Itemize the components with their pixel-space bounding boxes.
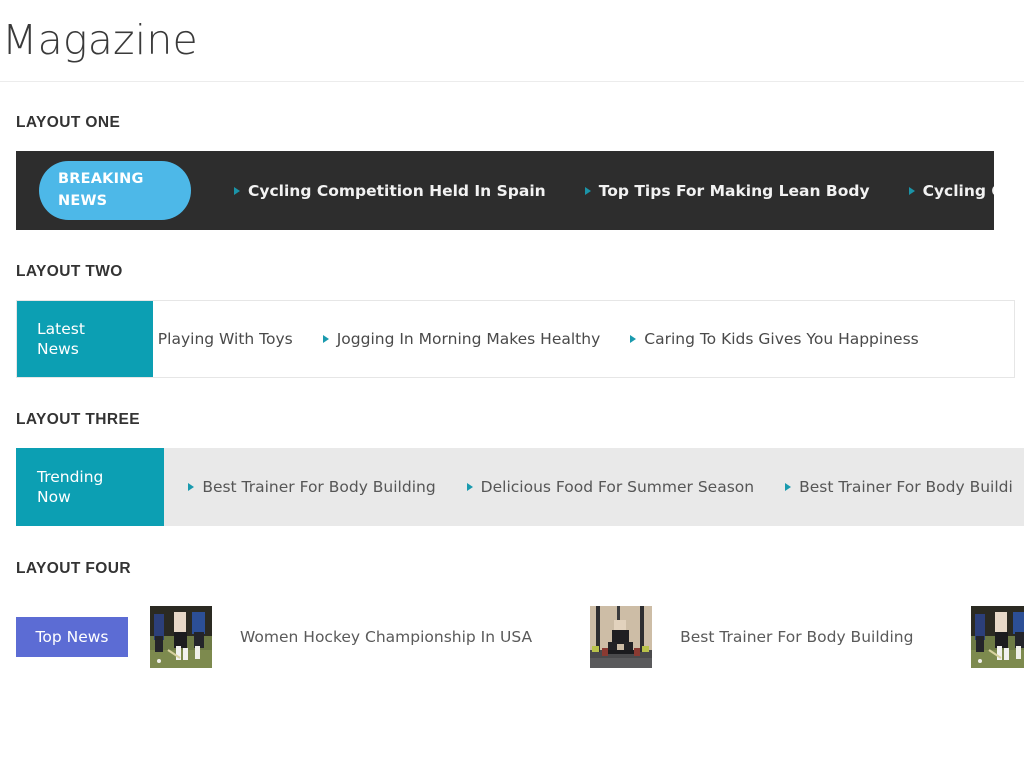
trending-now-badge-line1: Trending <box>37 467 164 487</box>
arrow-right-icon <box>188 483 194 491</box>
news-thumb-item[interactable] <box>971 606 1024 668</box>
section-layout-four: LAYOUT FOUR Top News g <box>0 526 1024 677</box>
breaking-news-badge-line1: BREAKING <box>58 169 191 190</box>
gym-training-thumbnail <box>590 606 652 668</box>
section-three-heading-wrap: LAYOUT THREE <box>0 378 1024 429</box>
page-content: LAYOUT ONE BREAKING NEWS Cycling Competi… <box>0 82 1024 378</box>
arrow-right-icon <box>467 483 473 491</box>
ticker-scroller-two: her & Sister Playing With Toys Jogging I… <box>153 330 949 348</box>
top-news-ticker[interactable]: Top News g <box>16 597 1024 677</box>
latest-news-ticker[interactable]: Latest News her & Sister Playing With To… <box>16 300 1015 378</box>
section-heading-four: LAYOUT FOUR <box>16 526 1008 578</box>
ticker-scroller-three: on Best Trainer For Body Building Delici… <box>164 478 1024 496</box>
section-layout-one: LAYOUT ONE BREAKING NEWS Cycling Competi… <box>16 82 1008 230</box>
field-hockey-thumbnail <box>150 606 212 668</box>
page-header: Magazine <box>0 0 1024 82</box>
latest-news-badge-line1: Latest <box>37 319 153 339</box>
ticker-item[interactable]: Caring To Kids Gives You Happiness <box>630 330 918 348</box>
latest-news-badge-line2: News <box>37 339 153 359</box>
ticker-scroller-four: g <box>142 606 1024 668</box>
ticker-item-label: Cycling Competition Held <box>923 182 994 200</box>
ticker-item-label: her & Sister Playing With Toys <box>153 330 293 348</box>
top-news-button[interactable]: Top News <box>16 617 128 657</box>
latest-news-badge[interactable]: Latest News <box>17 301 153 377</box>
ticker-item-label: Best Trainer For Body Building <box>202 478 435 496</box>
ticker-item[interactable]: Best Trainer For Body Buildi <box>785 478 1013 496</box>
ticker-wrap-one: BREAKING NEWS Cycling Competition Held I… <box>16 151 1008 230</box>
ticker-item-label: Top Tips For Making Lean Body <box>599 182 870 200</box>
trending-now-badge[interactable]: Trending Now <box>16 448 164 526</box>
arrow-right-icon <box>234 187 240 195</box>
ticker-item[interactable]: Cycling Competition Held In Spain <box>234 182 546 200</box>
page-title: Magazine <box>2 20 198 61</box>
arrow-right-icon <box>585 187 591 195</box>
section-four-heading-wrap: LAYOUT FOUR <box>0 526 1024 578</box>
ticker-item[interactable]: Delicious Food For Summer Season <box>467 478 754 496</box>
ticker-item-label: Best Trainer For Body Buildi <box>799 478 1013 496</box>
ticker-items-one: Cycling Competition Held In Spain Top Ti… <box>234 182 994 200</box>
arrow-right-icon <box>323 335 329 343</box>
trending-now-ticker[interactable]: Trending Now on Best Trainer For Body Bu… <box>16 448 1024 526</box>
breaking-news-badge[interactable]: BREAKING NEWS <box>39 161 191 220</box>
arrow-right-icon <box>785 483 791 491</box>
breaking-news-ticker[interactable]: BREAKING NEWS Cycling Competition Held I… <box>16 151 994 230</box>
breaking-news-badge-line2: NEWS <box>58 191 191 212</box>
ticker-item-label: Caring To Kids Gives You Happiness <box>644 330 918 348</box>
news-thumb-title: Women Hockey Championship In USA <box>240 628 532 646</box>
news-thumb-title: Best Trainer For Body Building <box>680 628 913 646</box>
arrow-right-icon <box>630 335 636 343</box>
section-heading-one: LAYOUT ONE <box>16 82 1008 132</box>
news-thumb-item[interactable]: Women Hockey Championship In USA <box>150 606 532 668</box>
trending-now-badge-line2: Now <box>37 487 164 507</box>
ticker-items-four: g <box>142 606 1024 668</box>
ticker-items-two: her & Sister Playing With Toys Jogging I… <box>153 301 1014 377</box>
ticker-item[interactable]: Top Tips For Making Lean Body <box>585 182 870 200</box>
section-layout-three: LAYOUT THREE Trending Now on Best Traine… <box>0 378 1024 526</box>
ticker-item-label: Cycling Competition Held In Spain <box>248 182 546 200</box>
ticker-item[interactable]: Jogging In Morning Makes Healthy <box>323 330 601 348</box>
field-hockey-thumbnail <box>971 606 1024 668</box>
ticker-item[interactable]: Cycling Competition Held <box>909 182 994 200</box>
arrow-right-icon <box>909 187 915 195</box>
ticker-wrap-two: Latest News her & Sister Playing With To… <box>16 300 1008 378</box>
ticker-wrap-three: Trending Now on Best Trainer For Body Bu… <box>0 448 1024 526</box>
ticker-items-three: on Best Trainer For Body Building Delici… <box>164 448 1024 526</box>
ticker-item-label: Delicious Food For Summer Season <box>481 478 754 496</box>
ticker-wrap-four: Top News g <box>0 597 1024 677</box>
section-layout-two: LAYOUT TWO Latest News her & Sister Play… <box>16 230 1008 378</box>
ticker-item-label: Jogging In Morning Makes Healthy <box>337 330 601 348</box>
ticker-item[interactable]: Best Trainer For Body Building <box>188 478 435 496</box>
section-heading-two: LAYOUT TWO <box>16 230 1008 281</box>
news-thumb-item[interactable]: Best Trainer For Body Building <box>590 606 913 668</box>
section-heading-three: LAYOUT THREE <box>16 378 1008 429</box>
ticker-item[interactable]: her & Sister Playing With Toys <box>153 330 293 348</box>
